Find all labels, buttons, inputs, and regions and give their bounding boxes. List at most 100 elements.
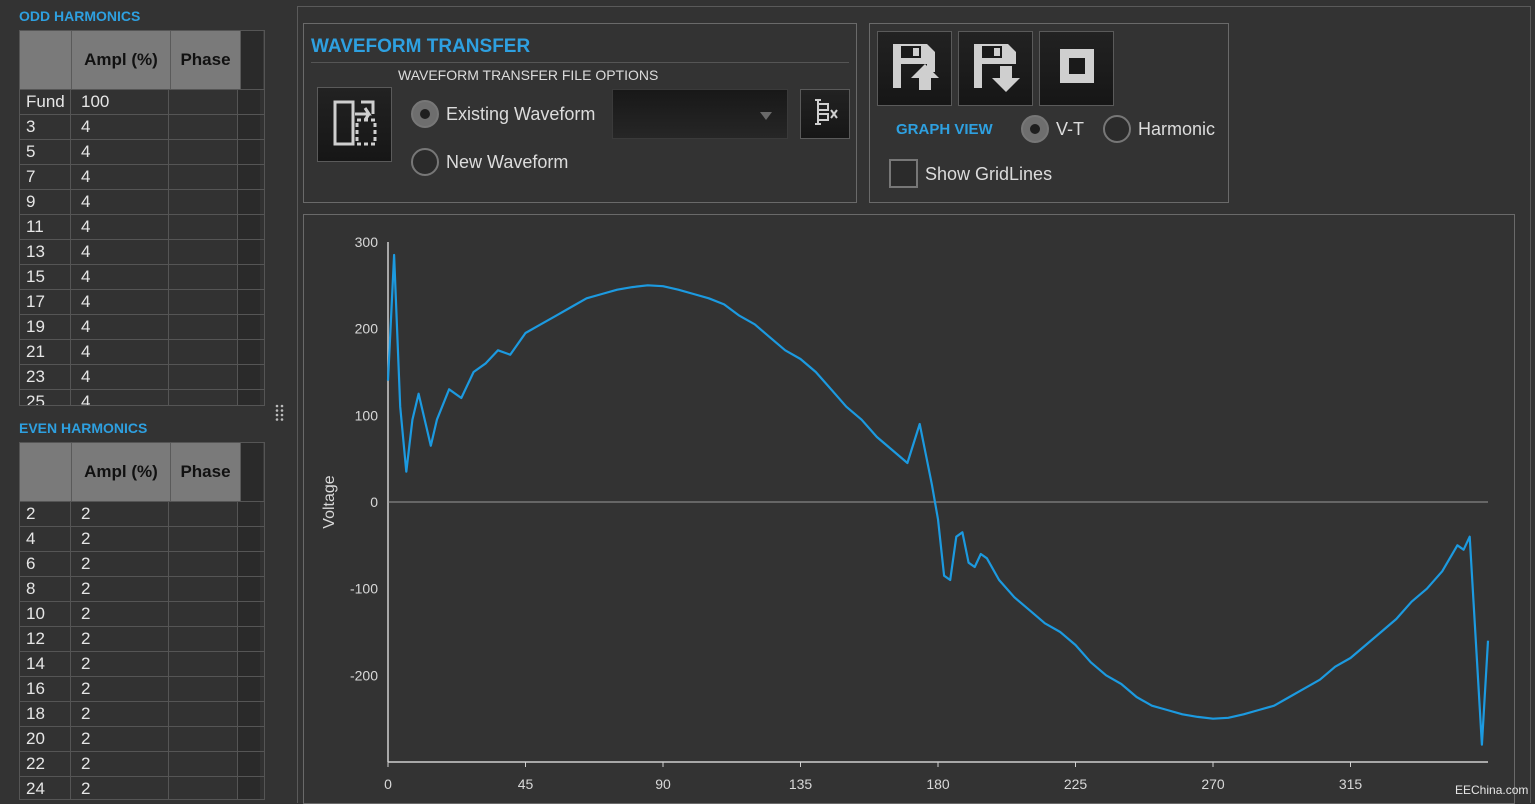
even-harmonic-row[interactable]: 12 2 <box>20 626 264 651</box>
even-scrollbar-track[interactable] <box>238 627 260 651</box>
show-gridlines-checkbox[interactable] <box>889 159 918 188</box>
even-scrollbar-track[interactable] <box>241 443 263 501</box>
even-amplitude-cell[interactable]: 2 <box>71 627 169 651</box>
harmonic-radio[interactable] <box>1103 115 1131 143</box>
odd-phase-cell[interactable] <box>169 315 238 339</box>
odd-amplitude-cell[interactable]: 4 <box>71 115 169 139</box>
even-scrollbar-track[interactable] <box>238 552 260 576</box>
odd-phase-cell[interactable] <box>169 140 238 164</box>
odd-harmonic-row[interactable]: 94 <box>20 189 264 214</box>
even-harmonic-row[interactable]: 22 <box>20 501 264 526</box>
even-amplitude-cell[interactable]: 2 <box>71 677 169 701</box>
even-phase-cell[interactable] <box>169 752 238 776</box>
even-phase-cell[interactable] <box>169 627 238 651</box>
even-phase-cell[interactable] <box>169 602 238 626</box>
odd-phase-cell[interactable] <box>169 365 238 389</box>
even-amplitude-cell[interactable]: 2 <box>71 527 169 551</box>
odd-scrollbar-track[interactable] <box>238 240 260 264</box>
odd-harmonic-row[interactable]: 21 4 <box>20 339 264 364</box>
even-scrollbar-track[interactable] <box>238 727 260 751</box>
odd-harmonics-table[interactable]: Ampl (%) Phase Fund 100 3 4 5 4 7 4 9 4 11 4 13 4 15 4 1… <box>19 30 265 406</box>
odd-scrollbar-track[interactable] <box>238 340 260 364</box>
odd-scrollbar-track[interactable] <box>238 215 260 239</box>
odd-harmonic-row[interactable]: 74 <box>20 164 264 189</box>
voltage-chart[interactable]: 300 200 100 0 -100 -200 0 45 90 135 180 225 270 315 V… <box>303 214 1515 803</box>
show-gridlines-label[interactable]: Show GridLines <box>925 164 1052 185</box>
even-scrollbar-track[interactable] <box>238 752 260 776</box>
even-harmonic-row[interactable]: 18 2 <box>20 701 264 726</box>
odd-header-ampl[interactable]: Ampl (%) <box>72 31 171 89</box>
odd-phase-cell[interactable] <box>169 165 238 189</box>
even-scrollbar-track[interactable] <box>238 602 260 626</box>
odd-scrollbar-track[interactable] <box>238 190 260 214</box>
splitter[interactable] <box>297 6 298 803</box>
odd-phase-cell[interactable] <box>169 240 238 264</box>
odd-phase-cell[interactable] <box>169 215 238 239</box>
odd-scrollbar-track[interactable] <box>238 315 260 339</box>
odd-scrollbar-track[interactable] <box>238 165 260 189</box>
even-amplitude-cell[interactable]: 2 <box>71 727 169 751</box>
even-scrollbar-track[interactable] <box>238 502 260 526</box>
even-harmonic-row[interactable]: 42 <box>20 526 264 551</box>
odd-phase-cell[interactable] <box>169 190 238 214</box>
vt-radio[interactable] <box>1021 115 1049 143</box>
odd-harmonic-row[interactable]: 17 4 <box>20 289 264 314</box>
even-phase-cell[interactable] <box>169 527 238 551</box>
odd-phase-cell[interactable] <box>169 340 238 364</box>
harmonic-label[interactable]: Harmonic <box>1138 119 1215 140</box>
even-harmonic-row[interactable]: 24 2 <box>20 776 264 799</box>
even-amplitude-cell[interactable]: 2 <box>71 552 169 576</box>
even-phase-cell[interactable] <box>169 702 238 726</box>
odd-phase-cell[interactable] <box>169 115 238 139</box>
even-harmonic-row[interactable]: 62 <box>20 551 264 576</box>
even-phase-cell[interactable] <box>169 727 238 751</box>
even-harmonic-row[interactable]: 10 2 <box>20 601 264 626</box>
odd-scrollbar-track[interactable] <box>238 115 260 139</box>
even-phase-cell[interactable] <box>169 652 238 676</box>
vt-label[interactable]: V-T <box>1056 119 1084 140</box>
odd-header-phase[interactable]: Phase <box>171 31 241 89</box>
even-scrollbar-track[interactable] <box>238 577 260 601</box>
waveform-file-dropdown[interactable] <box>612 89 788 139</box>
odd-amplitude-cell[interactable]: 4 <box>71 265 169 289</box>
odd-phase-cell[interactable] <box>169 265 238 289</box>
odd-amplitude-cell[interactable]: 4 <box>71 390 169 405</box>
odd-scrollbar-track[interactable] <box>238 265 260 289</box>
new-waveform-radio[interactable] <box>411 148 439 176</box>
stop-button[interactable] <box>1039 31 1114 106</box>
even-harmonic-row[interactable]: 22 2 <box>20 751 264 776</box>
even-scrollbar-track[interactable] <box>238 702 260 726</box>
odd-phase-cell[interactable] <box>169 90 238 114</box>
even-header-phase[interactable]: Phase <box>171 443 241 501</box>
odd-amplitude-cell[interactable]: 4 <box>71 140 169 164</box>
odd-amplitude-cell[interactable]: 4 <box>71 340 169 364</box>
even-amplitude-cell[interactable]: 2 <box>71 502 169 526</box>
even-scrollbar-track[interactable] <box>238 677 260 701</box>
even-harmonic-row[interactable]: 82 <box>20 576 264 601</box>
odd-amplitude-cell[interactable]: 4 <box>71 190 169 214</box>
even-phase-cell[interactable] <box>169 552 238 576</box>
odd-harmonic-row[interactable]: 23 4 <box>20 364 264 389</box>
odd-harmonic-row[interactable]: 54 <box>20 139 264 164</box>
even-scrollbar-track[interactable] <box>238 527 260 551</box>
even-harmonics-table[interactable]: Ampl (%) Phase 2 2 4 2 6 2 8 2 10 2 12 2 14 2 16 2 18 2 20… <box>19 442 265 800</box>
odd-scrollbar-track[interactable] <box>238 90 260 114</box>
odd-harmonic-row[interactable]: 15 4 <box>20 264 264 289</box>
odd-harmonic-row[interactable]: 11 4 <box>20 214 264 239</box>
even-scrollbar-track[interactable] <box>238 777 260 799</box>
odd-amplitude-cell[interactable]: 4 <box>71 165 169 189</box>
odd-scrollbar-track[interactable] <box>238 365 260 389</box>
even-amplitude-cell[interactable]: 2 <box>71 777 169 799</box>
grip-handle-icon[interactable] <box>275 403 285 423</box>
odd-amplitude-cell[interactable]: 4 <box>71 315 169 339</box>
odd-amplitude-cell[interactable]: 4 <box>71 215 169 239</box>
even-amplitude-cell[interactable]: 2 <box>71 652 169 676</box>
new-waveform-label[interactable]: New Waveform <box>446 152 568 173</box>
odd-harmonic-row[interactable]: Fund 100 <box>20 89 264 114</box>
save-download-button[interactable] <box>958 31 1033 106</box>
even-harmonic-row[interactable]: 14 2 <box>20 651 264 676</box>
odd-scrollbar-track[interactable] <box>241 31 263 89</box>
even-phase-cell[interactable] <box>169 577 238 601</box>
even-phase-cell[interactable] <box>169 777 238 799</box>
odd-amplitude-cell[interactable]: 100 <box>71 90 169 114</box>
